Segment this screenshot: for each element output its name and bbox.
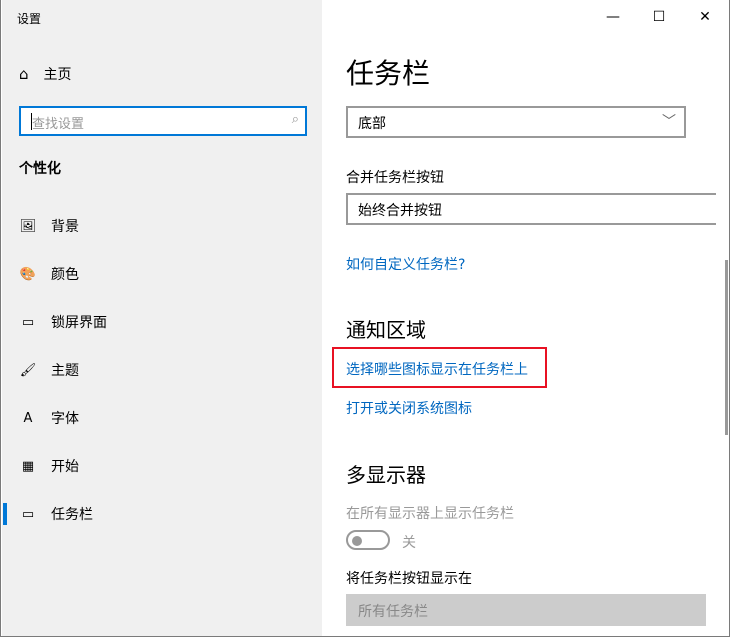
sidebar-home[interactable]: ⌂ 主页 bbox=[19, 64, 72, 84]
search-icon[interactable]: ⌕ bbox=[292, 112, 299, 127]
highlight-box bbox=[332, 347, 547, 388]
show-all-displays-label: 在所有显示器上显示任务栏 bbox=[346, 506, 514, 522]
toggle-state: 关 bbox=[402, 535, 416, 551]
chevron-down-icon: ﹀ bbox=[662, 114, 676, 130]
system-icons-link[interactable]: 打开或关闭系统图标 bbox=[346, 398, 472, 418]
scrollbar[interactable] bbox=[725, 260, 728, 435]
home-label: 主页 bbox=[43, 67, 72, 83]
sidebar-item-colors[interactable]: 🎨 颜色 bbox=[2, 254, 322, 294]
selection-indicator bbox=[3, 503, 7, 525]
sidebar-item-label: 字体 bbox=[51, 411, 79, 427]
page-title: 任务栏 bbox=[346, 57, 431, 90]
sidebar-item-label: 锁屏界面 bbox=[51, 315, 107, 331]
sidebar-item-themes[interactable]: 🖌 主题 bbox=[2, 350, 322, 390]
sidebar-item-taskbar[interactable]: ▭ 任务栏 bbox=[2, 494, 322, 534]
sidebar-item-label: 主题 bbox=[51, 363, 79, 379]
minimize-button[interactable]: — bbox=[590, 0, 636, 34]
font-icon: A bbox=[23, 410, 33, 426]
window-title: 设置 bbox=[17, 12, 42, 26]
combine-buttons-dropdown[interactable]: 始终合并按钮 bbox=[346, 193, 716, 225]
maximize-button[interactable]: ☐ bbox=[636, 0, 682, 34]
home-icon: ⌂ bbox=[19, 65, 29, 83]
dropdown-value: 底部 bbox=[358, 116, 386, 132]
settings-window: 设置 ⌂ 主页 查找设置 ⌕ 个性化 🖼 背景 🎨 颜色 ▭ 锁屏界面 🖌 主题 A 字体… bbox=[0, 0, 730, 637]
theme-brush-icon: 🖌 bbox=[19, 362, 37, 378]
sidebar-item-label: 任务栏 bbox=[51, 507, 93, 523]
combine-label: 合并任务栏按钮 bbox=[346, 170, 444, 186]
section-heading: 个性化 bbox=[19, 161, 61, 177]
lock-screen-icon: ▭ bbox=[21, 314, 35, 330]
sidebar-item-label: 颜色 bbox=[51, 267, 79, 283]
taskbar-position-dropdown[interactable]: 底部 ﹀ bbox=[346, 106, 686, 138]
close-button[interactable]: ✕ bbox=[682, 0, 728, 34]
notification-area-heading: 通知区域 bbox=[346, 318, 426, 342]
toggle-knob bbox=[352, 536, 362, 546]
show-all-displays-toggle[interactable] bbox=[346, 530, 390, 550]
search-placeholder: 查找设置 bbox=[32, 117, 85, 132]
start-tiles-icon: ▦ bbox=[21, 458, 35, 474]
sidebar-item-label: 开始 bbox=[51, 459, 79, 475]
dropdown-value: 始终合并按钮 bbox=[358, 203, 442, 219]
show-buttons-on-dropdown[interactable]: 所有任务栏 bbox=[346, 594, 706, 626]
show-buttons-on-label: 将任务栏按钮显示在 bbox=[346, 571, 472, 587]
taskbar-icon: ▭ bbox=[21, 506, 35, 522]
palette-icon: 🎨 bbox=[19, 266, 37, 282]
sidebar-item-background[interactable]: 🖼 背景 bbox=[2, 206, 322, 246]
sidebar-item-lockscreen[interactable]: ▭ 锁屏界面 bbox=[2, 302, 322, 342]
sidebar-item-label: 背景 bbox=[51, 219, 79, 235]
customize-taskbar-link[interactable]: 如何自定义任务栏? bbox=[346, 254, 465, 274]
main-content: — ☐ ✕ 任务栏 底部 ﹀ 合并任务栏按钮 始终合并按钮 如何自定义任务栏? … bbox=[322, 0, 730, 636]
sidebar-item-fonts[interactable]: A 字体 bbox=[2, 398, 322, 438]
multiple-displays-heading: 多显示器 bbox=[346, 463, 426, 487]
dropdown-value: 所有任务栏 bbox=[358, 604, 428, 620]
sidebar-item-start[interactable]: ▦ 开始 bbox=[2, 446, 322, 486]
picture-icon: 🖼 bbox=[19, 218, 37, 234]
search-input[interactable]: 查找设置 ⌕ bbox=[19, 106, 307, 136]
sidebar: 设置 ⌂ 主页 查找设置 ⌕ 个性化 🖼 背景 🎨 颜色 ▭ 锁屏界面 🖌 主题 A 字体… bbox=[2, 0, 322, 636]
